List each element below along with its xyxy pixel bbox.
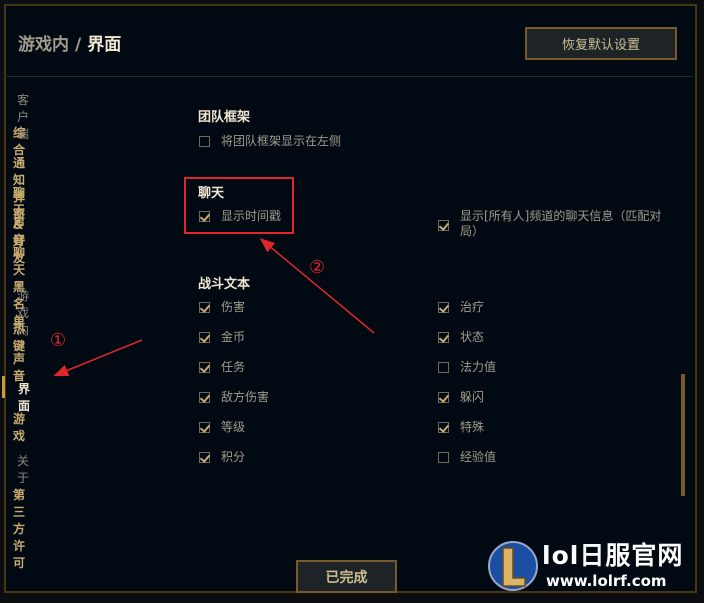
- annotation-marker-2: ②: [309, 257, 326, 278]
- lol-logo-icon: [488, 541, 538, 591]
- done-button[interactable]: 已完成: [296, 560, 397, 593]
- watermark-site-name: lol日服官网: [542, 541, 684, 570]
- arrow-2: [259, 238, 375, 334]
- annotation-marker-1: ①: [50, 330, 67, 351]
- annotation-arrows: [53, 238, 375, 377]
- arrow-1: [53, 339, 143, 377]
- watermark: lol日服官网 www.lolrf.com: [484, 536, 704, 596]
- watermark-url: www.lolrf.com: [546, 572, 667, 590]
